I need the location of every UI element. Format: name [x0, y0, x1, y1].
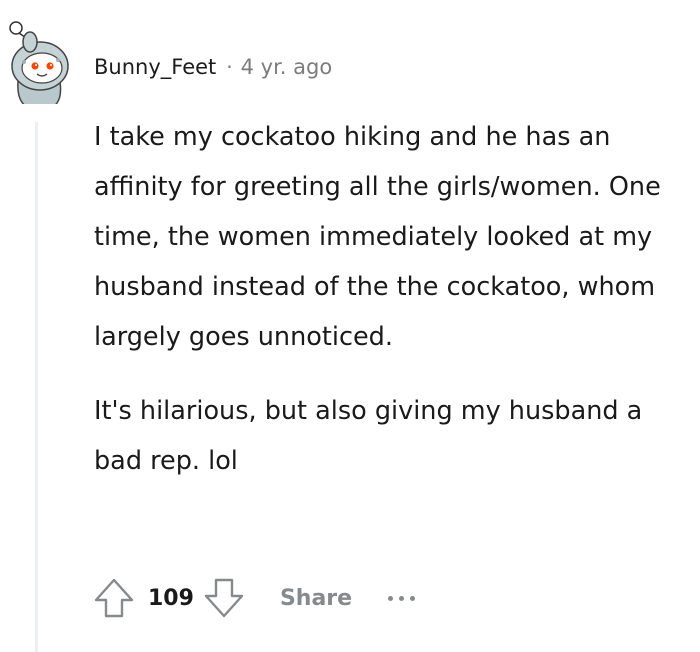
vote-score: 109 [148, 585, 194, 611]
snoo-avatar-icon [9, 21, 69, 111]
username-link[interactable]: Bunny_Feet [94, 55, 216, 79]
downvote-arrow-icon [204, 578, 244, 618]
thread-line[interactable] [35, 122, 38, 652]
more-options-button[interactable] [388, 570, 416, 626]
more-options-icon [388, 595, 394, 601]
comment-header: Bunny_Feet · 4 yr. ago [94, 55, 332, 79]
share-button[interactable]: Share [280, 586, 352, 611]
upvote-button[interactable] [88, 570, 140, 626]
upvote-arrow-icon [94, 578, 134, 618]
more-options-icon [410, 595, 416, 601]
meta-separator: · [226, 55, 233, 79]
comment-actions: 109 Share [88, 570, 416, 626]
comment-paragraph: I take my cockatoo hiking and he has an … [94, 122, 661, 352]
avatar[interactable] [2, 14, 76, 111]
timestamp[interactable]: 4 yr. ago [241, 55, 333, 79]
downvote-button[interactable] [198, 570, 250, 626]
comment-body: I take my cockatoo hiking and he has an … [94, 112, 684, 510]
more-options-icon [399, 595, 405, 601]
comment-paragraph: It's hilarious, but also giving my husba… [94, 396, 643, 476]
